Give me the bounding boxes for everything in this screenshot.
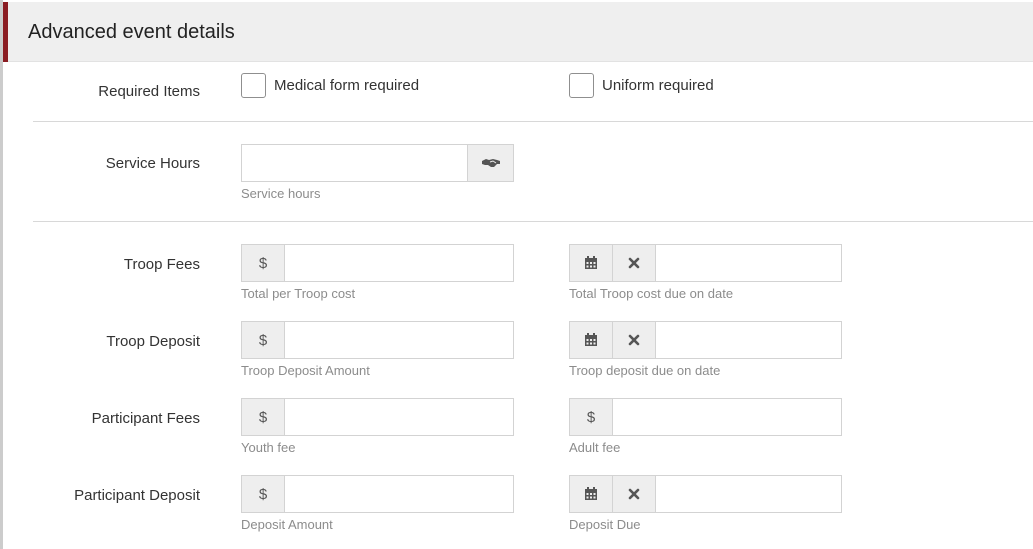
troop-cost-due-group <box>569 244 842 282</box>
uniform-label[interactable]: Uniform required <box>602 77 714 94</box>
adult-fee-input[interactable] <box>613 399 841 435</box>
dollar-icon: $ <box>242 476 285 512</box>
advanced-event-details-panel: Advanced event details Required Items Me… <box>0 0 1033 549</box>
troop-fees-label: Troop Fees <box>123 256 200 273</box>
troop-cost-due-help: Total Troop cost due on date <box>569 286 734 301</box>
medical-form-label[interactable]: Medical form required <box>274 77 419 94</box>
dollar-icon: $ <box>570 399 613 435</box>
service-hours-label: Service Hours <box>105 155 200 172</box>
troop-cost-input[interactable] <box>285 245 513 281</box>
clear-date-icon[interactable] <box>613 476 656 512</box>
deposit-amount-help: Deposit Amount <box>241 517 333 532</box>
dollar-icon: $ <box>242 322 285 358</box>
clear-date-icon[interactable] <box>613 322 656 358</box>
dollar-icon: $ <box>242 245 285 281</box>
youth-fee-help: Youth fee <box>241 440 296 455</box>
service-hours-input[interactable] <box>242 145 467 181</box>
troop-deposit-group: $ <box>241 321 514 359</box>
clear-date-icon[interactable] <box>613 245 656 281</box>
troop-deposit-label: Troop Deposit <box>106 333 200 350</box>
deposit-due-input[interactable] <box>656 476 841 512</box>
panel-header: Advanced event details <box>3 2 1033 62</box>
service-hours-group <box>241 144 514 182</box>
troop-cost-group: $ <box>241 244 514 282</box>
handshake-addon <box>467 145 513 181</box>
troop-deposit-input[interactable] <box>285 322 513 358</box>
troop-deposit-due-help: Troop deposit due on date <box>569 363 721 378</box>
troop-cost-due-input[interactable] <box>656 245 841 281</box>
panel-title: Advanced event details <box>28 21 235 43</box>
calendar-icon[interactable] <box>570 245 613 281</box>
youth-fee-input[interactable] <box>285 399 513 435</box>
medical-form-checkbox[interactable] <box>241 73 266 98</box>
deposit-amount-group: $ <box>241 475 514 513</box>
adult-fee-group: $ <box>569 398 842 436</box>
uniform-checkbox[interactable] <box>569 73 594 98</box>
troop-deposit-due-group <box>569 321 842 359</box>
service-hours-help: Service hours <box>241 186 321 201</box>
handshake-icon <box>481 157 501 169</box>
section-divider <box>33 221 1033 222</box>
participant-fees-label: Participant Fees <box>91 410 200 427</box>
adult-fee-help: Adult fee <box>569 440 621 455</box>
troop-deposit-due-input[interactable] <box>656 322 841 358</box>
deposit-amount-input[interactable] <box>285 476 513 512</box>
deposit-due-group <box>569 475 842 513</box>
troop-cost-help: Total per Troop cost <box>241 286 356 301</box>
dollar-icon: $ <box>242 399 285 435</box>
deposit-due-help: Deposit Due <box>569 517 641 532</box>
header-accent-bar <box>3 2 8 62</box>
calendar-icon[interactable] <box>570 476 613 512</box>
required-items-label: Required Items <box>98 83 200 100</box>
youth-fee-group: $ <box>241 398 514 436</box>
troop-deposit-help: Troop Deposit Amount <box>241 363 370 378</box>
section-divider <box>33 121 1033 122</box>
calendar-icon[interactable] <box>570 322 613 358</box>
participant-deposit-label: Participant Deposit <box>74 487 200 504</box>
